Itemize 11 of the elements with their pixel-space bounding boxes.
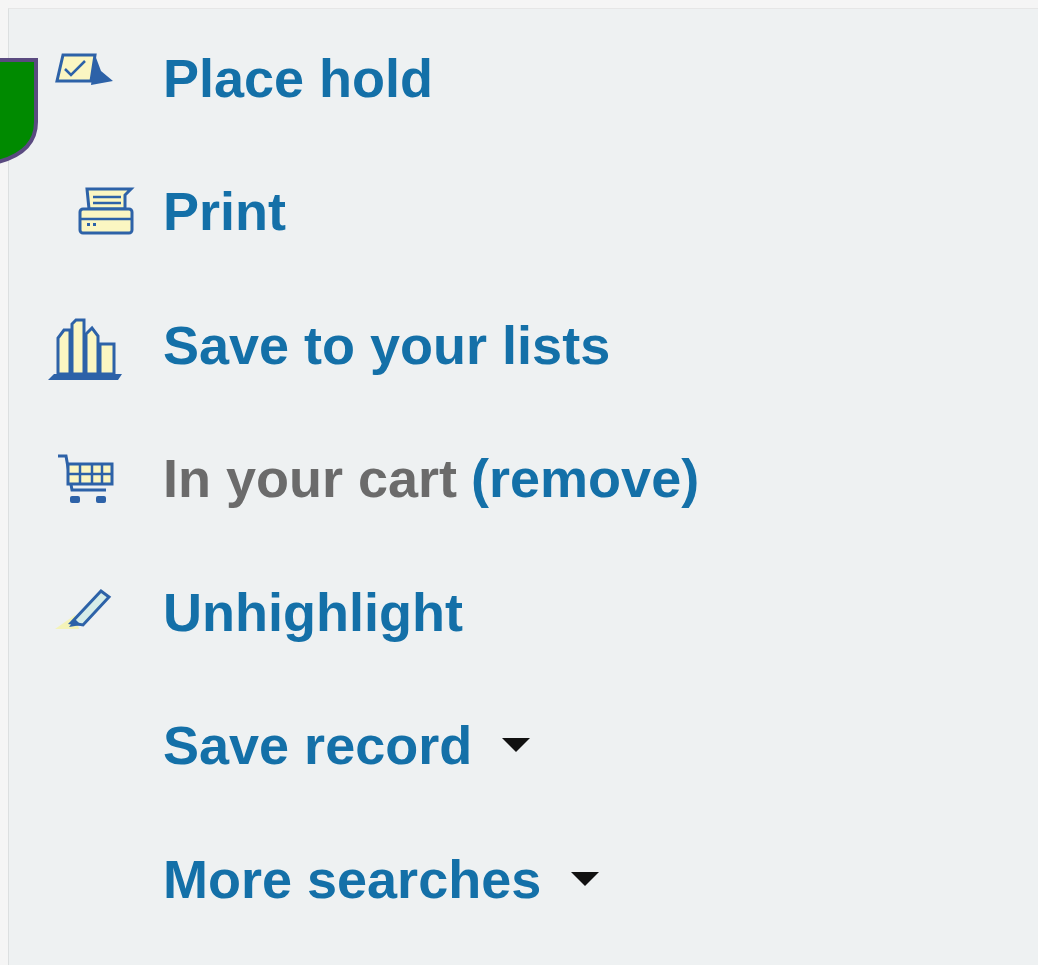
caret-icon [502, 738, 531, 753]
remove-link[interactable]: (remove) [471, 447, 700, 510]
action-link[interactable]: Unhighlight [163, 580, 463, 643]
action-link[interactable]: Save to your lists [163, 313, 611, 376]
shield-icon [0, 58, 40, 164]
cart-status: In your cart [163, 447, 458, 510]
dropdown-toggle[interactable]: Save record [163, 714, 531, 777]
caret-icon [571, 871, 600, 886]
action-link[interactable]: Place hold [163, 46, 434, 109]
dropdown-toggle[interactable]: More searches [163, 847, 600, 910]
action-link[interactable]: Print [163, 180, 286, 243]
